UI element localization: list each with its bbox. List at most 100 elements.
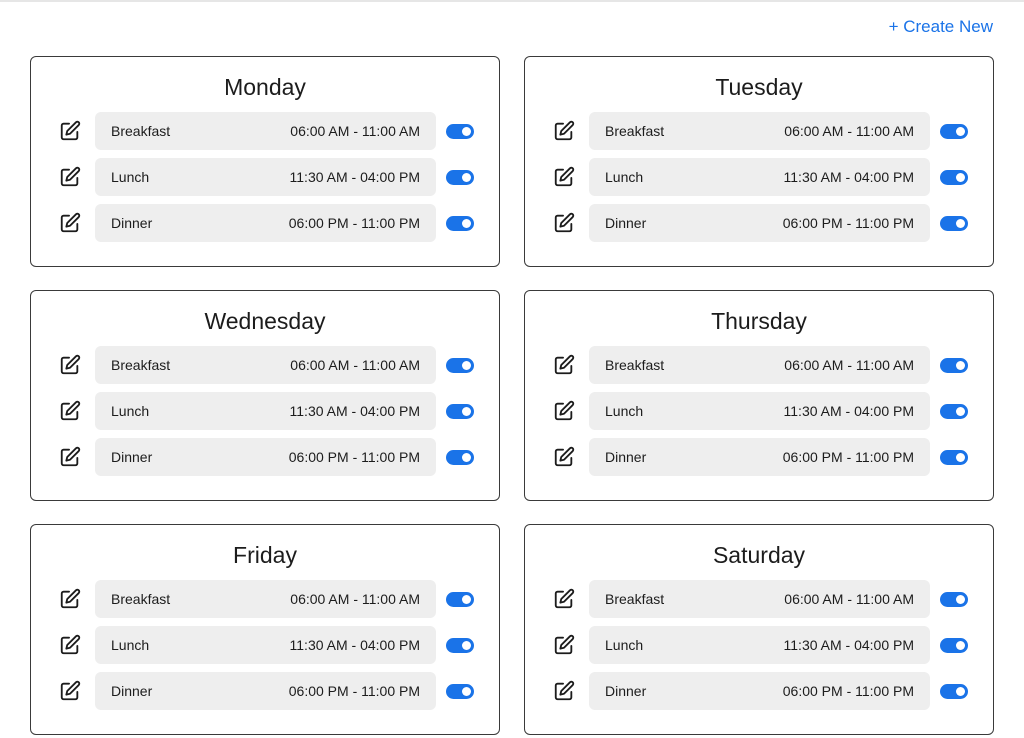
meal-enabled-toggle[interactable] [446, 449, 474, 465]
meal-slot[interactable]: Breakfast 06:00 AM - 11:00 AM [589, 580, 930, 618]
toggle-knob [956, 594, 965, 604]
toggle-knob [462, 640, 471, 650]
create-new-button[interactable]: + Create New [889, 17, 993, 37]
meal-row-lunch: Lunch 11:30 AM - 04:00 PM [525, 392, 993, 430]
edit-icon[interactable] [58, 399, 82, 423]
edit-icon[interactable] [552, 353, 576, 377]
toggle-knob [462, 126, 471, 136]
meal-enabled-toggle[interactable] [940, 169, 968, 185]
meal-row-lunch: Lunch 11:30 AM - 04:00 PM [525, 626, 993, 664]
meal-enabled-toggle[interactable] [940, 637, 968, 653]
meal-list: Breakfast 06:00 AM - 11:00 AM Lunch 11:3… [525, 580, 993, 710]
meal-slot[interactable]: Lunch 11:30 AM - 04:00 PM [95, 392, 436, 430]
edit-icon[interactable] [552, 399, 576, 423]
day-card-friday: Friday Breakfast 06:00 AM - 11:00 AM Lun… [30, 524, 500, 735]
meal-time-range: 11:30 AM - 04:00 PM [783, 637, 914, 653]
day-card-wednesday: Wednesday Breakfast 06:00 AM - 11:00 AM … [30, 290, 500, 501]
meal-label: Dinner [111, 449, 153, 465]
meal-slot[interactable]: Lunch 11:30 AM - 04:00 PM [95, 626, 436, 664]
edit-icon[interactable] [58, 353, 82, 377]
meal-enabled-toggle[interactable] [940, 403, 968, 419]
meal-label: Dinner [605, 215, 647, 231]
meal-row-lunch: Lunch 11:30 AM - 04:00 PM [525, 158, 993, 196]
meal-slot[interactable]: Breakfast 06:00 AM - 11:00 AM [589, 112, 930, 150]
meal-slot[interactable]: Dinner 06:00 PM - 11:00 PM [95, 438, 436, 476]
meal-enabled-toggle[interactable] [940, 357, 968, 373]
meal-slot[interactable]: Lunch 11:30 AM - 04:00 PM [95, 158, 436, 196]
day-card-saturday: Saturday Breakfast 06:00 AM - 11:00 AM L… [524, 524, 994, 735]
meal-enabled-toggle[interactable] [940, 591, 968, 607]
meal-enabled-toggle[interactable] [446, 637, 474, 653]
meal-time-range: 11:30 AM - 04:00 PM [783, 403, 914, 419]
meal-enabled-toggle[interactable] [940, 449, 968, 465]
meal-time-range: 11:30 AM - 04:00 PM [289, 169, 420, 185]
meal-slot[interactable]: Breakfast 06:00 AM - 11:00 AM [589, 346, 930, 384]
toggle-knob [956, 452, 965, 462]
meal-slot[interactable]: Dinner 06:00 PM - 11:00 PM [589, 672, 930, 710]
meal-slot[interactable]: Lunch 11:30 AM - 04:00 PM [589, 626, 930, 664]
meal-time-range: 06:00 AM - 11:00 AM [784, 591, 914, 607]
meal-enabled-toggle[interactable] [446, 169, 474, 185]
edit-icon[interactable] [58, 633, 82, 657]
day-title: Friday [233, 542, 297, 568]
meal-enabled-toggle[interactable] [446, 123, 474, 139]
meal-row-dinner: Dinner 06:00 PM - 11:00 PM [31, 204, 499, 242]
meal-label: Dinner [605, 449, 647, 465]
meal-time-range: 06:00 PM - 11:00 PM [782, 683, 914, 699]
meal-time-range: 11:30 AM - 04:00 PM [289, 403, 420, 419]
meal-enabled-toggle[interactable] [446, 357, 474, 373]
meal-row-lunch: Lunch 11:30 AM - 04:00 PM [31, 392, 499, 430]
edit-icon[interactable] [58, 679, 82, 703]
edit-icon[interactable] [58, 211, 82, 235]
toggle-knob [462, 360, 471, 370]
meal-time-range: 06:00 PM - 11:00 PM [782, 215, 914, 231]
meal-slot[interactable]: Breakfast 06:00 AM - 11:00 AM [95, 346, 436, 384]
meal-label: Breakfast [605, 123, 665, 139]
meal-row-breakfast: Breakfast 06:00 AM - 11:00 AM [31, 346, 499, 384]
edit-icon[interactable] [58, 165, 82, 189]
day-title: Wednesday [204, 308, 326, 334]
edit-icon[interactable] [58, 119, 82, 143]
day-title: Saturday [712, 542, 806, 568]
meal-time-range: 06:00 PM - 11:00 PM [288, 683, 420, 699]
meal-label: Breakfast [111, 591, 171, 607]
meal-slot[interactable]: Dinner 06:00 PM - 11:00 PM [95, 672, 436, 710]
meal-enabled-toggle[interactable] [446, 403, 474, 419]
toggle-knob [462, 172, 471, 182]
meal-enabled-toggle[interactable] [446, 591, 474, 607]
edit-icon[interactable] [552, 211, 576, 235]
meal-row-breakfast: Breakfast 06:00 AM - 11:00 AM [525, 346, 993, 384]
meal-slot[interactable]: Dinner 06:00 PM - 11:00 PM [589, 204, 930, 242]
edit-icon[interactable] [552, 445, 576, 469]
day-title: Thursday [711, 308, 807, 334]
edit-icon[interactable] [58, 445, 82, 469]
meal-label: Breakfast [111, 123, 171, 139]
meal-slot[interactable]: Dinner 06:00 PM - 11:00 PM [95, 204, 436, 242]
meal-slot[interactable]: Breakfast 06:00 AM - 11:00 AM [95, 580, 436, 618]
edit-icon[interactable] [552, 679, 576, 703]
meal-slot[interactable]: Lunch 11:30 AM - 04:00 PM [589, 392, 930, 430]
meal-label: Lunch [111, 169, 150, 185]
meal-enabled-toggle[interactable] [940, 215, 968, 231]
day-card-thursday: Thursday Breakfast 06:00 AM - 11:00 AM L… [524, 290, 994, 501]
meal-enabled-toggle[interactable] [940, 683, 968, 699]
meal-enabled-toggle[interactable] [940, 123, 968, 139]
meal-enabled-toggle[interactable] [446, 683, 474, 699]
meal-enabled-toggle[interactable] [446, 215, 474, 231]
day-card-monday: Monday Breakfast 06:00 AM - 11:00 AM Lun… [30, 56, 500, 267]
edit-icon[interactable] [552, 633, 576, 657]
edit-icon[interactable] [552, 119, 576, 143]
edit-icon[interactable] [552, 165, 576, 189]
toggle-knob [956, 218, 965, 228]
meal-row-dinner: Dinner 06:00 PM - 11:00 PM [31, 438, 499, 476]
meal-slot[interactable]: Lunch 11:30 AM - 04:00 PM [589, 158, 930, 196]
meal-slot[interactable]: Dinner 06:00 PM - 11:00 PM [589, 438, 930, 476]
meal-row-dinner: Dinner 06:00 PM - 11:00 PM [525, 672, 993, 710]
meal-row-dinner: Dinner 06:00 PM - 11:00 PM [31, 672, 499, 710]
toggle-knob [462, 452, 471, 462]
edit-icon[interactable] [58, 587, 82, 611]
edit-icon[interactable] [552, 587, 576, 611]
meal-slot[interactable]: Breakfast 06:00 AM - 11:00 AM [95, 112, 436, 150]
meal-list: Breakfast 06:00 AM - 11:00 AM Lunch 11:3… [31, 346, 499, 476]
meal-list: Breakfast 06:00 AM - 11:00 AM Lunch 11:3… [31, 580, 499, 710]
